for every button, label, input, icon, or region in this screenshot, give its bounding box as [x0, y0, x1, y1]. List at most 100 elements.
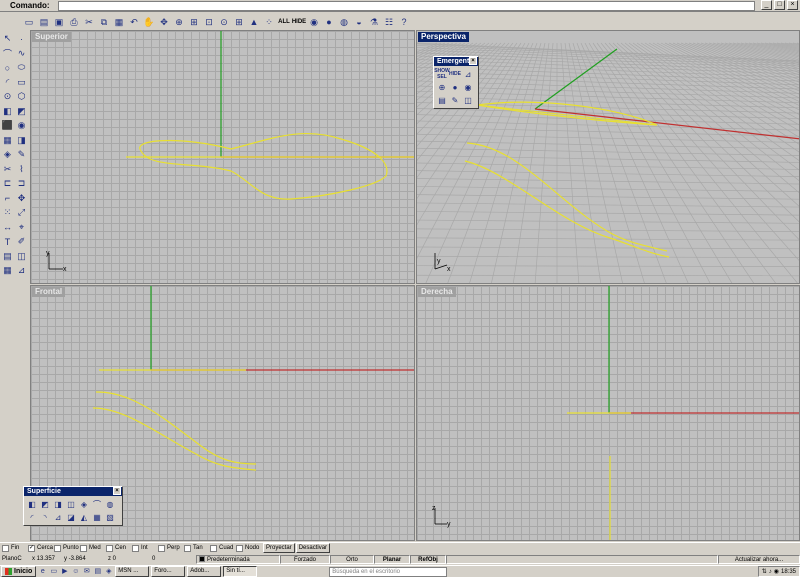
osnap-cuad[interactable]: Cuad — [210, 544, 236, 552]
undo-icon[interactable]: ↶ — [127, 15, 141, 29]
surface-loft-icon[interactable]: ◫ — [65, 498, 77, 510]
zoom-extents-icon[interactable]: ⊡ — [202, 15, 216, 29]
select-points-icon[interactable]: ⁘ — [262, 15, 276, 29]
ellipse-icon[interactable]: ⬭ — [15, 61, 28, 74]
pan-hand-icon[interactable]: ✋ — [142, 15, 156, 29]
maximize-button[interactable]: □ — [774, 0, 785, 10]
layer-selector[interactable]: Predeterminada — [196, 554, 280, 564]
osnap-checkbox[interactable] — [106, 544, 113, 552]
render-settings-icon[interactable]: ◍ — [337, 15, 351, 29]
viewport-title-perspective[interactable]: Perspectiva — [418, 32, 469, 42]
point-icon[interactable]: · — [15, 32, 28, 45]
copy-icon[interactable]: ⧉ — [97, 15, 111, 29]
zoom-icon[interactable]: ⊕ — [172, 15, 186, 29]
surface-offset-icon[interactable]: ▦ — [91, 511, 103, 523]
hide-text[interactable]: HIDE — [292, 15, 306, 29]
osnap-fin[interactable]: Fin — [2, 544, 28, 552]
array-icon[interactable]: ⁙ — [1, 206, 14, 219]
surface-palette[interactable]: Superficie × ◧ ◩ ◨ ◫ ◈ ⌒ ◍ ◜ ◝ ⊿ ◪ ◭ ▦ ▧ — [23, 486, 123, 526]
edit-tools-icon[interactable]: ✎ — [449, 94, 461, 106]
layers-icon[interactable]: ◫ — [15, 250, 28, 263]
osnap-checkbox[interactable] — [54, 544, 61, 552]
antivirus-icon[interactable]: ◉ — [774, 568, 779, 575]
folder-icon[interactable]: ▤ — [93, 567, 102, 576]
grid-icon[interactable]: ▦ — [1, 264, 14, 277]
snap-forced-toggle[interactable]: Forzado — [280, 554, 330, 564]
flask-icon[interactable]: ⚗ — [367, 15, 381, 29]
select-car-icon[interactable]: ▲ — [247, 15, 261, 29]
surface-sweep1-icon[interactable]: ⌒ — [91, 498, 103, 510]
properties-icon[interactable]: ▤ — [436, 94, 448, 106]
surface-blend-icon[interactable]: ◪ — [65, 511, 77, 523]
surface-palette-title[interactable]: Superficie × — [24, 487, 122, 496]
help-icon[interactable]: ? — [397, 15, 411, 29]
surface-patch-icon[interactable]: ⊿ — [52, 511, 64, 523]
polyline-icon[interactable]: ⌒ — [1, 47, 14, 60]
viewport-right[interactable]: Derecha z y — [416, 285, 800, 541]
paste-icon[interactable]: ▦ — [112, 15, 126, 29]
osnap-med[interactable]: Med — [80, 544, 106, 552]
arc-icon[interactable]: ◜ — [1, 76, 14, 89]
osnap-checkbox[interactable] — [210, 544, 217, 552]
mesh-icon[interactable]: ▦ — [1, 134, 14, 147]
save-icon[interactable]: ▣ — [52, 15, 66, 29]
viewport-title-top[interactable]: Superior — [32, 32, 71, 42]
surface-icon[interactable]: ◧ — [1, 105, 14, 118]
surface-edit-icon[interactable]: ▧ — [104, 511, 116, 523]
osnap-int[interactable]: Int — [132, 544, 158, 552]
media-player-icon[interactable]: ▶ — [60, 567, 69, 576]
hide-button[interactable]: HIDE — [449, 68, 461, 80]
light-icon[interactable]: ◒ — [352, 15, 366, 29]
close-icon[interactable]: × — [113, 487, 121, 495]
zoom-window-icon[interactable]: ⊞ — [187, 15, 201, 29]
render-sphere-icon[interactable]: ● — [449, 81, 461, 93]
close-button[interactable]: × — [787, 0, 798, 10]
surface-edge-icon[interactable]: ◩ — [39, 498, 51, 510]
new-file-icon[interactable]: ▭ — [22, 15, 36, 29]
mail-icon[interactable]: ✉ — [82, 567, 91, 576]
osnap-punto[interactable]: Punto — [54, 544, 80, 552]
cplane-icon[interactable]: ⊿ — [15, 264, 28, 277]
osnap-checkbox[interactable] — [132, 544, 139, 552]
cplane-icon[interactable]: ⊿ — [462, 68, 474, 80]
split-icon[interactable]: ⌇ — [15, 163, 28, 176]
desktop-search-input[interactable]: Búsqueda en el escritorio — [329, 566, 448, 577]
show-sel-button[interactable]: SHOW SEL — [434, 68, 450, 80]
project-button[interactable]: Proyectar — [263, 543, 295, 553]
network-icon[interactable]: ⇅ — [762, 568, 767, 575]
osnap-checkbox[interactable] — [184, 544, 191, 552]
volume-icon[interactable]: ♪ — [769, 569, 772, 575]
sweep-icon[interactable]: ◩ — [15, 105, 28, 118]
disable-button[interactable]: Desactivar — [295, 543, 331, 553]
ortho-toggle[interactable]: Orto — [330, 554, 374, 564]
osnap-perp[interactable]: Perp — [158, 544, 184, 552]
task-button-untitled[interactable]: Sin tí... — [223, 566, 258, 577]
browser-icon[interactable]: e — [38, 567, 47, 576]
solid-icon[interactable]: ◉ — [15, 119, 28, 132]
refobj-toggle[interactable]: RefObj — [410, 554, 446, 564]
osnap-checkbox[interactable] — [80, 544, 87, 552]
osnap-checkbox[interactable] — [2, 544, 9, 552]
explode-icon[interactable]: ⊐ — [15, 177, 28, 190]
osnap-nodo[interactable]: Nodo — [236, 544, 262, 552]
viewport-title-right[interactable]: Derecha — [418, 287, 456, 297]
join-icon[interactable]: ⊏ — [1, 177, 14, 190]
osnap-checkbox[interactable] — [158, 544, 165, 552]
command-input[interactable] — [58, 1, 755, 11]
surface-plane-icon[interactable]: ◨ — [52, 498, 64, 510]
messenger-icon[interactable]: ☺ — [71, 567, 80, 576]
osnap-cerca[interactable]: ✓ Cerca — [28, 544, 54, 552]
close-icon[interactable]: × — [469, 57, 477, 65]
rotate-view-icon[interactable]: ✥ — [157, 15, 171, 29]
analyze-icon[interactable]: ⌖ — [15, 221, 28, 234]
planar-toggle[interactable]: Planar — [374, 554, 410, 564]
task-button-msn[interactable]: MSN ... — [115, 566, 150, 577]
start-button[interactable]: Inicio — [1, 566, 37, 577]
desktop-icon[interactable]: ▭ — [49, 567, 58, 576]
circle-center-icon[interactable]: ⊙ — [1, 90, 14, 103]
render-icon[interactable]: ◈ — [1, 148, 14, 161]
trim-icon[interactable]: ✂ — [1, 163, 14, 176]
scale-icon[interactable]: ⤢ — [15, 206, 28, 219]
popup-palette-title[interactable]: Emergente × — [434, 57, 478, 66]
osnap-checkbox[interactable]: ✓ — [28, 544, 35, 552]
